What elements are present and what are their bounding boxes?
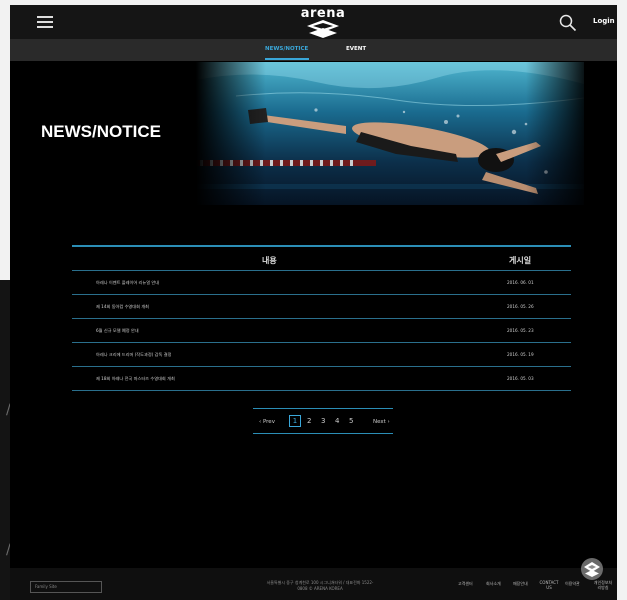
page-link[interactable]: 3: [321, 417, 325, 425]
top-header: arena Login: [10, 5, 617, 39]
row-title[interactable]: 아레나 이벤트 플레이어 리뉴얼 안내: [96, 280, 159, 286]
column-header-content: 내용: [262, 256, 277, 265]
row-date: 2016. 05. 03: [507, 376, 534, 381]
logo-text: arena: [300, 6, 346, 21]
main-panel: arena Login NEWS/NOTICE EVENT NEWS/NOTIC…: [10, 5, 617, 600]
row-title[interactable]: 제 14회 동아컵 수영대회 개최: [96, 304, 149, 310]
row-date: 2016. 05. 26: [507, 304, 534, 309]
footer-link-customer-center[interactable]: 고객센터: [458, 581, 473, 586]
family-site-select[interactable]: Family Site: [30, 581, 102, 593]
page-link-current[interactable]: 1: [289, 415, 301, 427]
search-icon[interactable]: [559, 14, 577, 32]
active-tab-indicator: [265, 58, 309, 60]
table-row[interactable]: 제 18회 아레나 전국 마스터즈 수영대회 개최 2016. 05. 03: [72, 367, 571, 391]
page-link[interactable]: 5: [349, 417, 353, 425]
login-link[interactable]: Login: [593, 17, 615, 25]
footer-link-stores[interactable]: 매장안내: [513, 581, 528, 586]
tab-news-notice[interactable]: NEWS/NOTICE: [265, 46, 308, 52]
table-row[interactable]: 아레나 크리에 드리머 (작도과정) 감독 결정 2016. 05. 19: [72, 343, 571, 367]
table-header: 내용 게시일: [72, 247, 571, 271]
menu-icon[interactable]: [37, 16, 53, 28]
footer-link-contact-us[interactable]: CONTACT US: [537, 580, 561, 590]
news-table: 내용 게시일 아레나 이벤트 플레이어 리뉴얼 안내 2016. 06. 01 …: [72, 245, 571, 391]
row-date: 2016. 05. 23: [507, 328, 534, 333]
page-link[interactable]: 2: [307, 417, 311, 425]
row-title[interactable]: 제 18회 아레나 전국 마스터즈 수영대회 개최: [96, 376, 175, 382]
row-title[interactable]: 아레나 크리에 드리머 (작도과정) 감독 결정: [96, 352, 171, 358]
table-row[interactable]: 제 14회 동아컵 수영대회 개최 2016. 05. 26: [72, 295, 571, 319]
scroll-top-button[interactable]: [581, 558, 603, 580]
prev-page-button[interactable]: ‹ Prev: [259, 419, 275, 425]
sub-navigation: NEWS/NOTICE EVENT: [10, 39, 617, 61]
row-date: 2016. 06. 01: [507, 280, 534, 285]
row-date: 2016. 05. 19: [507, 352, 534, 357]
row-title[interactable]: 6월 신규 모델 예정 안내: [96, 328, 139, 334]
footer-address: 서울특별시 중구 청계천로 100 시그니쳐타워 / 대표전화 1522- 08…: [226, 580, 414, 592]
page-link[interactable]: 4: [335, 417, 339, 425]
page: / / arena Login NEWS/NOTICE EVENT NEWS/N…: [0, 0, 627, 600]
footer: Family Site 서울특별시 중구 청계천로 100 시그니쳐타워 / 대…: [10, 568, 617, 600]
tab-event[interactable]: EVENT: [346, 46, 366, 52]
footer-link-privacy[interactable]: 개인정보처리방침: [592, 580, 614, 590]
copyright-line: 0808 © ARENA KOREA: [297, 586, 343, 591]
footer-link-terms[interactable]: 이용약관: [565, 581, 580, 586]
table-row[interactable]: 아레나 이벤트 플레이어 리뉴얼 안내 2016. 06. 01: [72, 271, 571, 295]
next-page-button[interactable]: Next ›: [373, 419, 390, 425]
arena-logo[interactable]: arena: [300, 6, 346, 39]
pagination: ‹ Prev 1 2 3 4 5 Next ›: [253, 408, 393, 434]
swimmer-hero-image: [196, 62, 584, 205]
table-row[interactable]: 6월 신규 모델 예정 안내 2016. 05. 23: [72, 319, 571, 343]
diamond-logo-icon: [307, 20, 339, 38]
footer-link-company[interactable]: 회사소개: [486, 581, 501, 586]
scroll-top-icon: [584, 562, 600, 577]
column-header-date: 게시일: [509, 256, 532, 265]
page-title: NEWS/NOTICE: [41, 122, 161, 141]
